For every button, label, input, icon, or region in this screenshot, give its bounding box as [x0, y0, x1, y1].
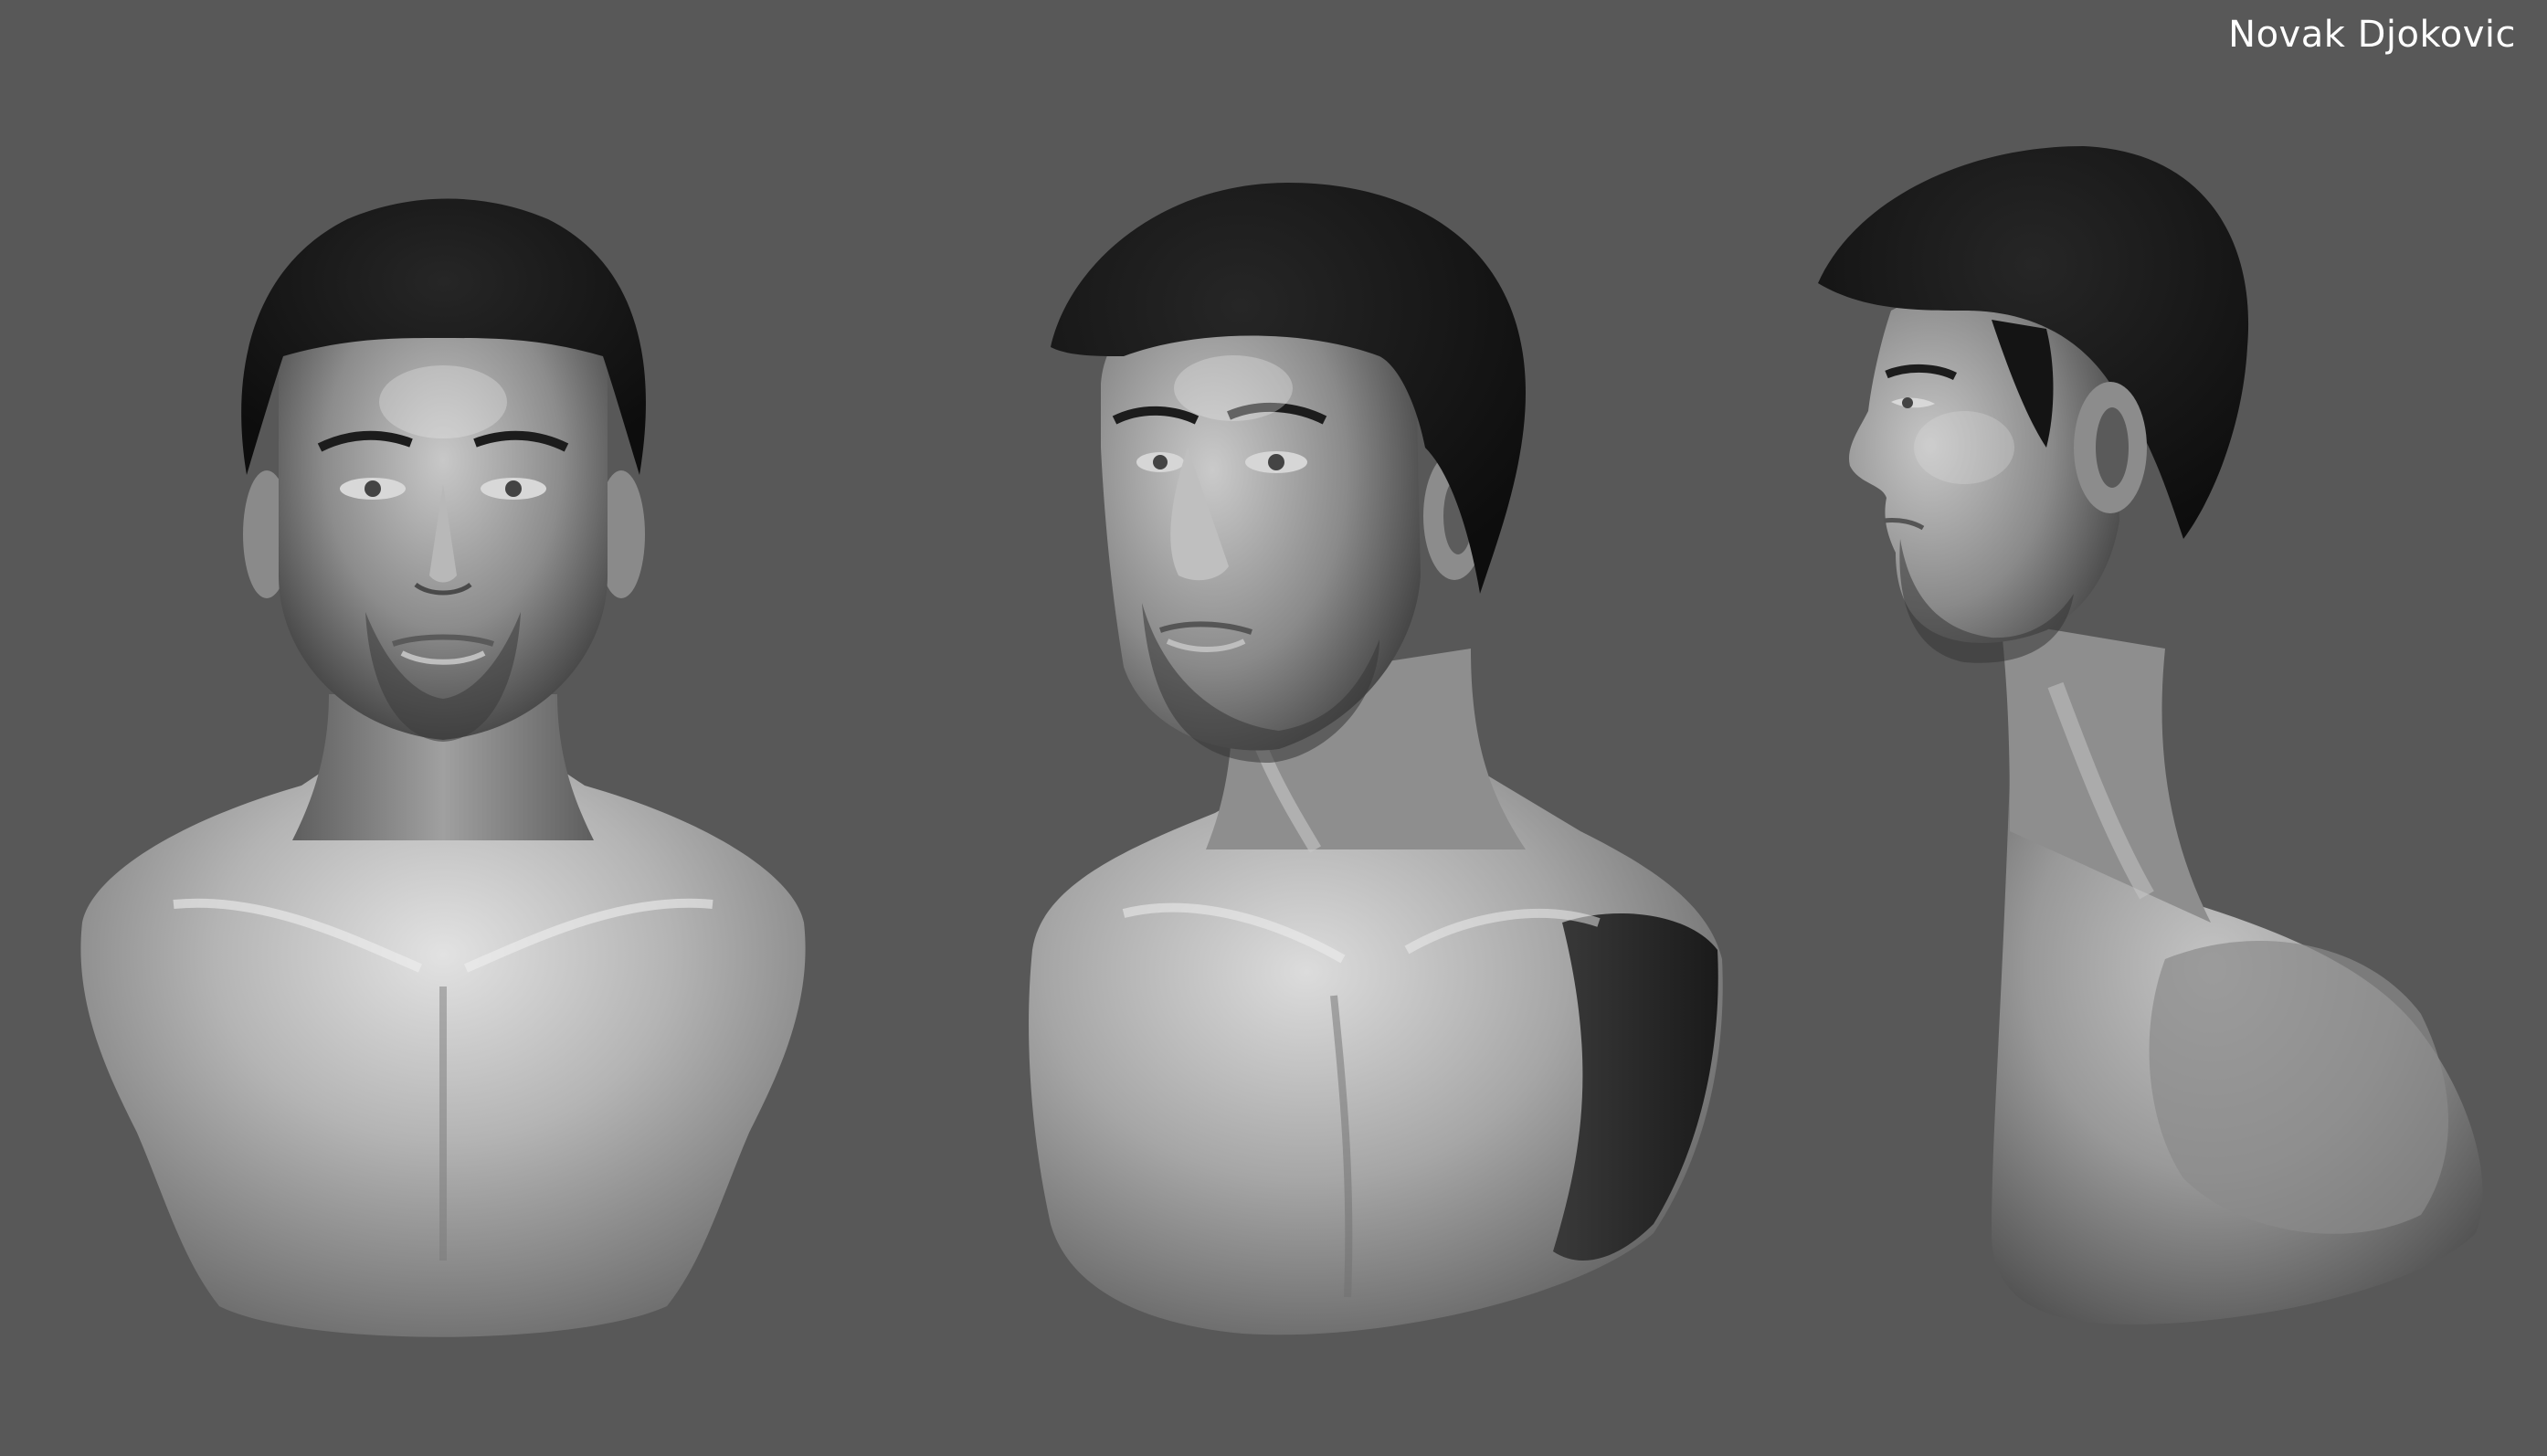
profile-bust-illustration — [1818, 146, 2483, 1324]
render-canvas: Novak Djokovic — [0, 0, 2547, 1456]
front-bust-illustration — [80, 198, 806, 1337]
profile-view-bust — [1781, 137, 2512, 1352]
title-label: Novak Djokovic — [2228, 14, 2516, 56]
three-quarter-view-bust — [1014, 174, 1736, 1352]
three-quarter-bust-illustration — [1029, 183, 1723, 1335]
front-view-bust — [64, 183, 822, 1361]
